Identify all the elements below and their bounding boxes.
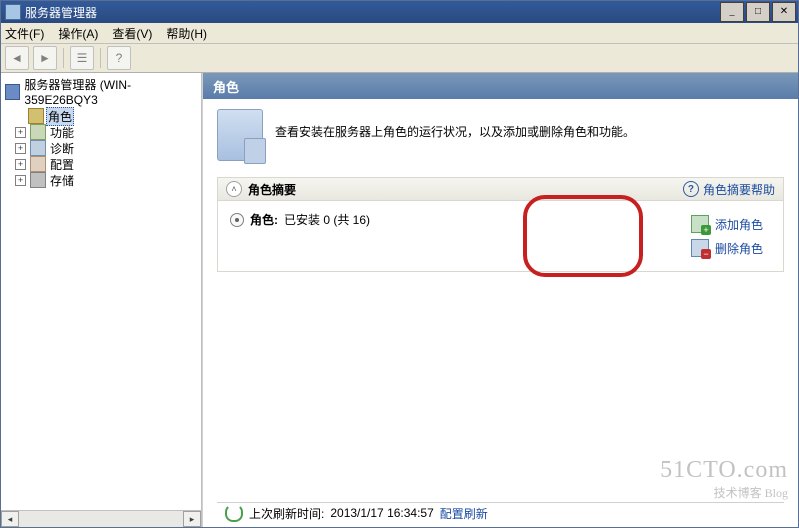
bullet-icon [230,213,244,227]
features-icon [30,124,46,140]
add-role-label: 添加角色 [715,216,763,233]
tree-node-label: 诊断 [48,140,76,157]
config-icon [30,156,46,172]
tree-hscroll[interactable]: ◂ ▸ [1,510,201,527]
content-header: 角色 [203,73,798,99]
status-bar: 上次刷新时间: 2013/1/17 16:34:57 配置刷新 [217,502,784,523]
toolbar: ◄ ► ☰ ? [1,44,798,73]
menu-view[interactable]: 查看(V) [112,25,152,42]
collapse-toggle[interactable]: ˄ [226,181,242,197]
app-icon [5,4,21,20]
config-refresh-link[interactable]: 配置刷新 [440,505,488,522]
menu-bar: 文件(F) 操作(A) 查看(V) 帮助(H) [1,23,798,44]
menu-file[interactable]: 文件(F) [5,25,44,42]
roles-icon [28,108,44,124]
tree-node-config[interactable]: + 配置 [3,156,199,172]
content-title: 角色 [213,77,239,96]
remove-role-link[interactable]: 删除角色 [691,239,763,257]
tree-root-label: 服务器管理器 (WIN-359E26BQY3 [24,76,197,107]
tree-node-features[interactable]: + 功能 [3,124,199,140]
tree-node-storage[interactable]: + 存储 [3,172,199,188]
summary-help-link[interactable]: 角色摘要帮助 [703,181,775,198]
tree-root[interactable]: 服务器管理器 (WIN-359E26BQY3 [3,75,199,108]
roles-installed-text: 已安装 0 (共 16) [284,211,370,228]
minimize-button[interactable]: _ [720,2,744,22]
server-icon [5,84,20,100]
content-pane: 角色 查看安装在服务器上角色的运行状况，以及添加或删除角色和功能。 ˄ 角色摘要… [202,73,798,527]
maximize-button[interactable]: □ [746,2,770,22]
panel-body: 角色: 已安装 0 (共 16) 添加角色 删除角色 [218,201,783,271]
nav-back-button[interactable]: ◄ [5,46,29,70]
status-prefix: 上次刷新时间: [249,505,324,522]
diagnostics-icon [30,140,46,156]
panel-header: ˄ 角色摘要 ? 角色摘要帮助 [218,178,783,201]
storage-icon [30,172,46,188]
nav-forward-button[interactable]: ► [33,46,57,70]
tree-node-diagnostics[interactable]: + 诊断 [3,140,199,156]
expander-icon[interactable]: + [15,143,26,154]
title-bar: 服务器管理器 _ □ ✕ [1,1,798,23]
tree-node-label: 功能 [48,124,76,141]
description-row: 查看安装在服务器上角色的运行状况，以及添加或删除角色和功能。 [217,109,784,161]
role-actions: 添加角色 删除角色 [683,211,771,261]
menu-action[interactable]: 操作(A) [58,25,98,42]
remove-role-icon [691,239,709,257]
expander-icon[interactable]: + [15,127,26,138]
add-role-icon [691,215,709,233]
panel-title: 角色摘要 [248,181,296,198]
scroll-right-button[interactable]: ▸ [183,511,201,527]
help-button[interactable]: ? [107,46,131,70]
description-text: 查看安装在服务器上角色的运行状况，以及添加或删除角色和功能。 [275,109,635,140]
window-title: 服务器管理器 [25,4,97,21]
tree-node-label: 存储 [48,172,76,189]
status-time: 2013/1/17 16:34:57 [330,506,433,520]
refresh-icon [225,504,243,522]
expander-icon[interactable]: + [15,159,26,170]
close-button[interactable]: ✕ [772,2,796,22]
menu-help[interactable]: 帮助(H) [166,25,207,42]
roles-label: 角色: [250,211,278,228]
tree-node-roles[interactable]: 角色 [3,108,199,124]
roles-large-icon [217,109,263,161]
remove-role-label: 删除角色 [715,240,763,257]
scroll-left-button[interactable]: ◂ [1,511,19,527]
roles-summary-panel: ˄ 角色摘要 ? 角色摘要帮助 角色: 已安装 0 (共 16) [217,177,784,272]
add-role-link[interactable]: 添加角色 [691,215,763,233]
nav-tree: 服务器管理器 (WIN-359E26BQY3 角色 + 功能 + 诊断 [1,73,202,527]
toolbar-button-1[interactable]: ☰ [70,46,94,70]
tree-node-label: 配置 [48,156,76,173]
help-icon: ? [683,181,699,197]
expander-icon[interactable]: + [15,175,26,186]
